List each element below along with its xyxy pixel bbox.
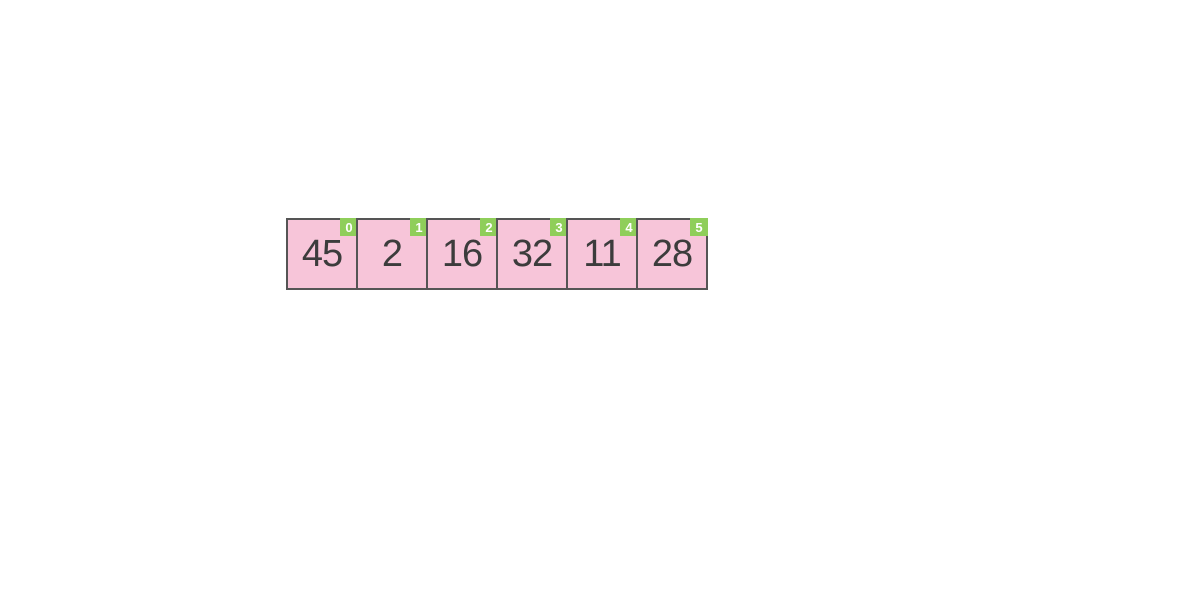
cell-value: 28 <box>652 235 692 273</box>
array-cell: 0 45 <box>286 218 358 290</box>
index-label: 1 <box>415 221 422 234</box>
cell-value: 45 <box>302 235 342 273</box>
index-tag: 5 <box>690 218 708 236</box>
array-cell: 4 11 <box>566 218 638 290</box>
cell-value: 11 <box>583 235 620 273</box>
index-label: 4 <box>625 221 632 234</box>
index-label: 0 <box>345 221 352 234</box>
cell-value: 2 <box>382 235 402 273</box>
index-label: 3 <box>555 221 562 234</box>
index-label: 5 <box>695 221 702 234</box>
array-cell: 1 2 <box>356 218 428 290</box>
array-cell: 2 16 <box>426 218 498 290</box>
diagram-stage: 0 45 1 2 2 16 3 32 4 11 <box>0 0 1200 600</box>
array-cell: 3 32 <box>496 218 568 290</box>
index-label: 2 <box>485 221 492 234</box>
array-cell: 5 28 <box>636 218 708 290</box>
array-row: 0 45 1 2 2 16 3 32 4 11 <box>286 218 708 290</box>
cell-value: 32 <box>512 235 552 273</box>
cell-value: 16 <box>442 235 482 273</box>
